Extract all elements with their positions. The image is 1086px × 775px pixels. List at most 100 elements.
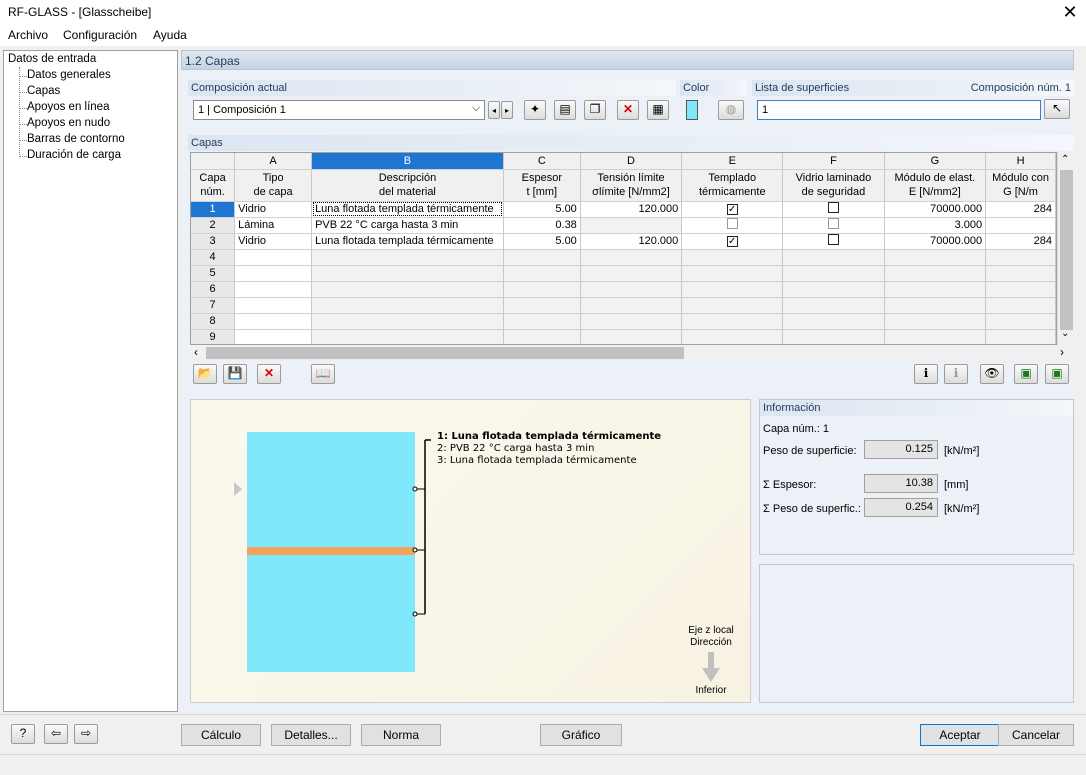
norm-button[interactable]: Norma (361, 724, 441, 746)
color-swatch[interactable] (686, 100, 698, 120)
calc-button[interactable]: Cálculo (181, 724, 261, 746)
composition-select[interactable]: 1 | Composición 1 ⌵ (193, 100, 485, 120)
row-number[interactable]: 7 (191, 297, 236, 314)
color-picker-icon[interactable]: ◍ (718, 100, 744, 120)
library-icon[interactable]: 📖 (311, 364, 335, 384)
import-excel-icon[interactable]: ▣ (1045, 364, 1069, 384)
cell-thickness[interactable] (503, 313, 581, 330)
nav-item-datos-generales[interactable]: Datos generales (27, 69, 111, 81)
nav-item-apoyos-linea[interactable]: Apoyos en línea (27, 101, 109, 113)
horizontal-scroll-thumb[interactable] (206, 347, 684, 359)
help-icon[interactable]: ? (11, 724, 35, 744)
col-letter-g[interactable]: G (884, 153, 987, 170)
next-composition-button[interactable]: ▸ (501, 101, 513, 119)
cell-laminated[interactable] (782, 281, 885, 298)
cell-emodulus[interactable]: 70000.000 (884, 201, 987, 218)
scroll-down-icon[interactable]: ⌄ (1061, 328, 1069, 339)
checkbox[interactable]: ✓ (726, 236, 738, 247)
col-letter-f[interactable]: F (782, 153, 885, 170)
cell-description[interactable] (311, 297, 504, 314)
open-folder-icon[interactable]: 📂 (193, 364, 217, 384)
cell-thickness[interactable]: 5.00 (503, 201, 581, 218)
forward-icon[interactable]: ⇨ (74, 724, 98, 744)
cell-laminated[interactable] (782, 265, 885, 282)
save-icon[interactable]: 💾 (223, 364, 247, 384)
cell-type[interactable] (234, 297, 313, 314)
cell-emodulus[interactable]: 3.000 (884, 217, 987, 234)
cell-stress[interactable] (580, 281, 683, 298)
surfaces-input[interactable]: 1 (757, 100, 1041, 120)
cell-gmodulus[interactable] (985, 329, 1056, 344)
col-letter-d[interactable]: D (580, 153, 683, 170)
cell-tempered[interactable] (681, 329, 784, 344)
info-disabled-icon[interactable]: ℹ (944, 364, 968, 384)
row-number[interactable]: 4 (191, 249, 236, 266)
nav-item-duracion-carga[interactable]: Duración de carga (27, 149, 121, 161)
cell-type[interactable] (234, 313, 313, 330)
cell-description[interactable] (311, 329, 504, 344)
cell-laminated[interactable] (782, 297, 885, 314)
cell-stress[interactable] (580, 329, 683, 344)
cell-type[interactable]: Vidrio (234, 233, 313, 250)
new-composition-icon[interactable]: ✦ (524, 100, 546, 120)
back-icon[interactable]: ⇦ (44, 724, 68, 744)
table-row[interactable]: 6 (191, 281, 1056, 298)
info-icon[interactable]: ℹ (914, 364, 938, 384)
cell-description[interactable] (311, 249, 504, 266)
table-row[interactable]: 3 Vidrio Luna flotada templada térmicament… (191, 233, 1056, 250)
nav-item-barras-contorno[interactable]: Barras de contorno (27, 133, 125, 145)
vertical-scrollbar[interactable]: ⌃ ⌄ (1057, 152, 1074, 345)
cell-thickness[interactable]: 0.38 (503, 217, 581, 234)
cell-emodulus[interactable]: 70000.000 (884, 233, 987, 250)
cell-description[interactable]: Luna flotada templada térmicamente (311, 201, 504, 218)
cell-gmodulus[interactable] (985, 313, 1056, 330)
row-number[interactable]: 1 (191, 201, 236, 218)
cell-thickness[interactable] (503, 265, 581, 282)
cell-stress[interactable] (580, 313, 683, 330)
scroll-right-icon[interactable]: › (1060, 345, 1064, 359)
assign-composition-icon[interactable]: ▦ (647, 100, 669, 120)
checkbox[interactable] (827, 234, 839, 245)
table-row[interactable]: 7 (191, 297, 1056, 314)
cell-stress[interactable]: 120.000 (580, 233, 683, 250)
cell-type[interactable] (234, 265, 313, 282)
cell-thickness[interactable]: 5.00 (503, 233, 581, 250)
cell-tempered[interactable] (681, 297, 784, 314)
cell-description[interactable] (311, 265, 504, 282)
cell-stress[interactable]: 120.000 (580, 201, 683, 218)
checkbox[interactable]: ✓ (726, 204, 738, 215)
cell-tempered[interactable] (681, 313, 784, 330)
cell-thickness[interactable] (503, 297, 581, 314)
cell-stress[interactable] (580, 265, 683, 282)
cell-emodulus[interactable] (884, 297, 987, 314)
cell-thickness[interactable] (503, 249, 581, 266)
prev-composition-button[interactable]: ◂ (488, 101, 500, 119)
scroll-up-icon[interactable]: ⌃ (1061, 154, 1069, 165)
horizontal-scrollbar[interactable]: ‹ › (190, 345, 1074, 361)
row-number[interactable]: 9 (191, 329, 236, 344)
import-composition-icon[interactable]: ▤ (554, 100, 576, 120)
accept-button[interactable]: Aceptar (920, 724, 1000, 746)
cell-tempered[interactable] (681, 281, 784, 298)
cell-description[interactable] (311, 313, 504, 330)
cell-tempered[interactable] (681, 217, 784, 234)
table-row[interactable]: 5 (191, 265, 1056, 282)
cell-type[interactable]: Lámina (234, 217, 313, 234)
delete-composition-icon[interactable]: ✕ (617, 100, 639, 120)
col-letter-h[interactable]: H (985, 153, 1056, 170)
cell-description[interactable]: PVB 22 °C carga hasta 3 min (311, 217, 504, 234)
nav-item-apoyos-nudo[interactable]: Apoyos en nudo (27, 117, 110, 129)
table-row[interactable]: 2 Lámina PVB 22 °C carga hasta 3 min 0.38 3.… (191, 217, 1056, 234)
cell-thickness[interactable] (503, 281, 581, 298)
vertical-scroll-thumb[interactable] (1060, 170, 1073, 330)
cell-emodulus[interactable] (884, 249, 987, 266)
table-row[interactable]: 9 (191, 329, 1056, 344)
select-surfaces-icon[interactable]: ↖ (1044, 99, 1070, 119)
nav-item-capas[interactable]: Capas (27, 85, 60, 97)
cell-type[interactable]: Vidrio (234, 201, 313, 218)
col-letter-c[interactable]: C (503, 153, 581, 170)
menu-archivo[interactable]: Archivo (8, 28, 48, 42)
cell-thickness[interactable] (503, 329, 581, 344)
cell-laminated[interactable] (782, 329, 885, 344)
row-number[interactable]: 3 (191, 233, 236, 250)
